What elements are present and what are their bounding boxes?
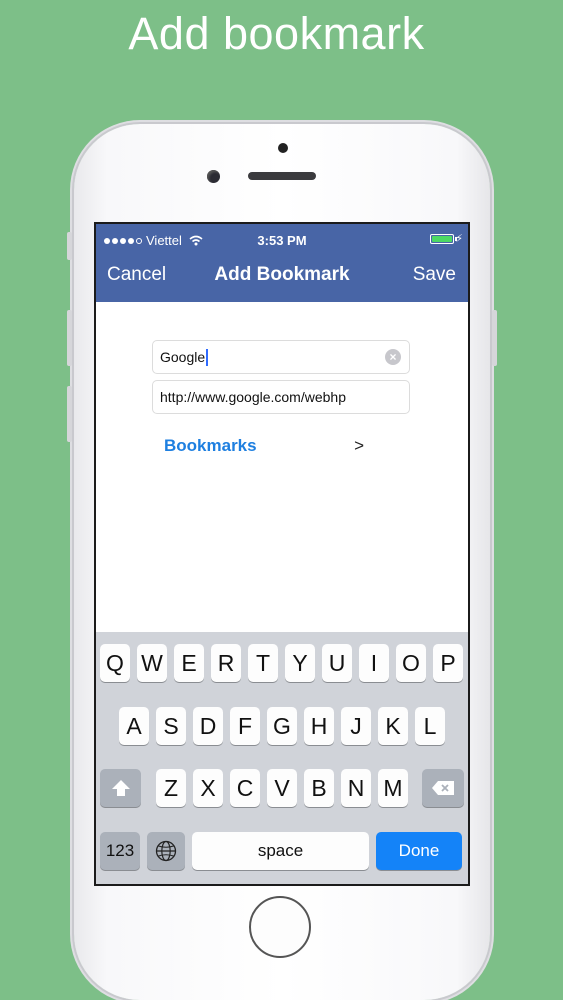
key-z[interactable]: Z — [156, 769, 186, 807]
key-k[interactable]: K — [378, 707, 408, 745]
key-w[interactable]: W — [137, 644, 167, 682]
key-l[interactable]: L — [415, 707, 445, 745]
numbers-key[interactable]: 123 — [100, 832, 140, 870]
space-key[interactable]: space — [192, 832, 369, 870]
bookmark-name-field[interactable]: Google × — [152, 340, 410, 374]
key-m[interactable]: M — [378, 769, 408, 807]
phone-screen: Viettel 3:53 PM ⚡ Cancel Add Bookmark Sa… — [94, 222, 470, 886]
key-i[interactable]: I — [359, 644, 389, 682]
globe-icon — [155, 840, 177, 862]
key-x[interactable]: X — [193, 769, 223, 807]
clear-text-icon[interactable]: × — [385, 349, 401, 365]
chevron-right-icon: > — [354, 436, 364, 455]
bookmark-url-field[interactable]: http://www.google.com/webhp — [152, 380, 410, 414]
key-u[interactable]: U — [322, 644, 352, 682]
key-n[interactable]: N — [341, 769, 371, 807]
key-b[interactable]: B — [304, 769, 334, 807]
charging-icon: ⚡ — [455, 233, 463, 245]
bookmarks-folder-row[interactable]: Bookmarks > — [164, 436, 364, 460]
home-button — [249, 896, 311, 958]
keyboard: Q W E R T Y U I O P A S D F G H J K L Z … — [96, 632, 468, 884]
mute-switch — [67, 232, 72, 260]
key-h[interactable]: H — [304, 707, 334, 745]
globe-key[interactable] — [147, 832, 185, 870]
key-g[interactable]: G — [267, 707, 297, 745]
proximity-sensor — [278, 143, 288, 153]
bookmark-url-value: http://www.google.com/webhp — [160, 389, 346, 405]
earpiece-speaker — [248, 172, 316, 180]
key-f[interactable]: F — [230, 707, 260, 745]
shift-key[interactable] — [100, 769, 141, 807]
power-button — [492, 310, 497, 366]
save-button[interactable]: Save — [413, 264, 456, 286]
key-y[interactable]: Y — [285, 644, 315, 682]
navigation-bar: Viettel 3:53 PM ⚡ Cancel Add Bookmark Sa… — [96, 224, 468, 302]
key-r[interactable]: R — [211, 644, 241, 682]
done-key[interactable]: Done — [376, 832, 462, 870]
key-d[interactable]: D — [193, 707, 223, 745]
key-p[interactable]: P — [433, 644, 463, 682]
backspace-icon — [432, 781, 454, 795]
volume-down-button — [67, 386, 72, 442]
phone-frame: Viettel 3:53 PM ⚡ Cancel Add Bookmark Sa… — [67, 124, 497, 1000]
key-a[interactable]: A — [119, 707, 149, 745]
battery-icon — [430, 234, 457, 244]
key-t[interactable]: T — [248, 644, 278, 682]
key-e[interactable]: E — [174, 644, 204, 682]
status-time: 3:53 PM — [257, 233, 307, 248]
key-c[interactable]: C — [230, 769, 260, 807]
bookmark-name-value: Google — [160, 349, 206, 365]
status-bar: Viettel 3:53 PM ⚡ — [96, 224, 468, 254]
key-q[interactable]: Q — [100, 644, 130, 682]
key-v[interactable]: V — [267, 769, 297, 807]
key-j[interactable]: J — [341, 707, 371, 745]
text-caret — [206, 348, 209, 366]
key-s[interactable]: S — [156, 707, 186, 745]
volume-up-button — [67, 310, 72, 366]
key-o[interactable]: O — [396, 644, 426, 682]
front-camera — [207, 170, 220, 183]
bookmarks-folder-label: Bookmarks — [164, 436, 257, 455]
shift-arrow-icon — [111, 780, 130, 796]
delete-key[interactable] — [422, 769, 464, 807]
page-headline: Add bookmark — [128, 8, 425, 59]
